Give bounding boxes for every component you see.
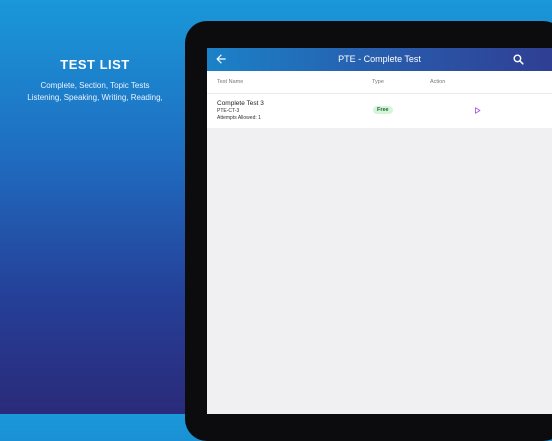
divider — [207, 93, 552, 94]
app-bar: PTE - Complete Test — [207, 48, 552, 71]
test-code: PTE-CT-3 — [217, 108, 240, 114]
promo-subtitle-line-2: Listening, Speaking, Writing, Reading, — [27, 93, 163, 102]
promo-subtitle: Complete, Section, Topic Tests Listening… — [0, 80, 190, 104]
promo-subtitle-line-1: Complete, Section, Topic Tests — [40, 81, 150, 90]
test-list-card: Test Name Type Action Complete Test 3 PT… — [207, 71, 552, 128]
attempts-allowed: Attempts Allowed: 1 — [217, 115, 261, 121]
search-icon[interactable] — [512, 53, 525, 66]
column-header-action: Action — [430, 79, 446, 85]
column-header-test-name: Test Name — [217, 79, 244, 85]
test-name: Complete Test 3 — [217, 100, 264, 107]
play-icon[interactable] — [474, 107, 481, 114]
promo-title: TEST LIST — [60, 57, 130, 72]
app-screen: PTE - Complete Test Test Name Type Actio… — [207, 48, 552, 414]
page-title: PTE - Complete Test — [338, 54, 421, 64]
type-badge: Free — [373, 106, 393, 114]
column-header-type: Type — [372, 79, 384, 85]
